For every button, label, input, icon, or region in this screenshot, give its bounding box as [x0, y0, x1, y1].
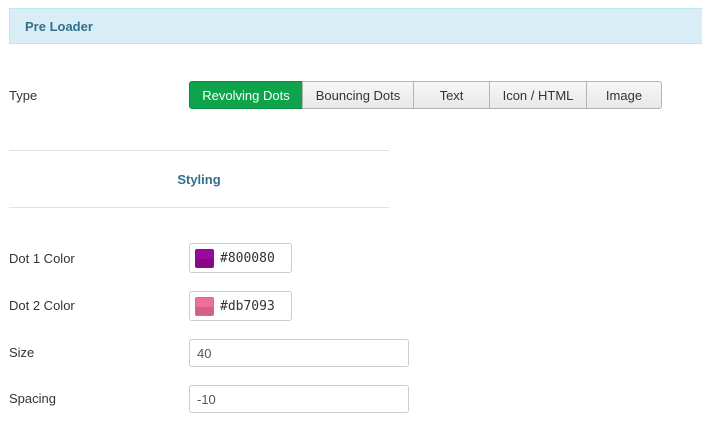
divider-top	[9, 150, 389, 151]
dot1-color-picker[interactable]: #800080	[189, 243, 292, 273]
styling-section-title: Styling	[177, 172, 221, 187]
type-option-image[interactable]: Image	[586, 81, 662, 109]
panel-header: Pre Loader	[9, 8, 702, 44]
divider-bottom	[9, 207, 389, 208]
type-option-icon-html[interactable]: Icon / HTML	[489, 81, 587, 109]
spacing-input[interactable]	[189, 385, 409, 413]
type-label: Type	[9, 88, 38, 103]
type-option-text[interactable]: Text	[413, 81, 490, 109]
size-input[interactable]	[189, 339, 409, 367]
panel-title: Pre Loader	[25, 19, 93, 34]
spacing-label: Spacing	[9, 391, 56, 406]
dot2-color-swatch[interactable]	[195, 296, 214, 316]
dot2-color-label: Dot 2 Color	[9, 298, 75, 313]
dot1-color-label: Dot 1 Color	[9, 251, 75, 266]
dot2-color-value: #db7093	[220, 298, 275, 314]
type-option-revolving-dots[interactable]: Revolving Dots	[189, 81, 303, 109]
type-option-bouncing-dots[interactable]: Bouncing Dots	[302, 81, 414, 109]
type-button-group: Revolving Dots Bouncing Dots Text Icon /…	[189, 81, 662, 109]
dot1-color-swatch[interactable]	[195, 248, 214, 268]
size-label: Size	[9, 345, 35, 360]
dot2-color-picker[interactable]: #db7093	[189, 291, 292, 321]
dot1-color-value: #800080	[220, 250, 275, 266]
